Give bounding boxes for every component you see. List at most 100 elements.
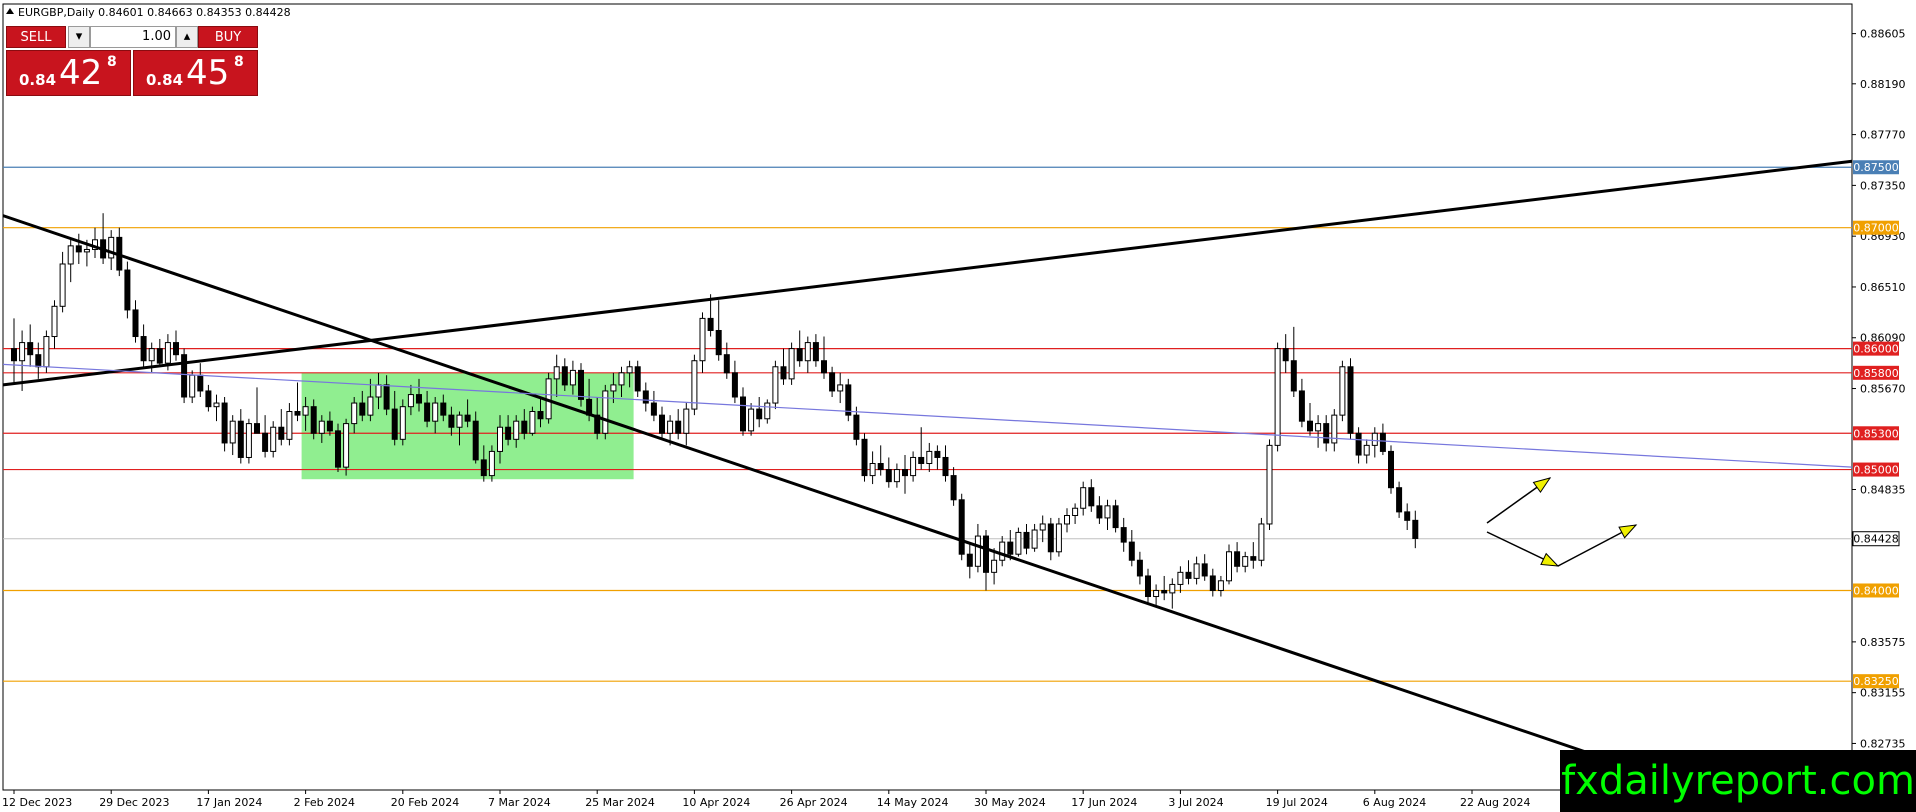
bullish-candle-body bbox=[764, 402, 771, 420]
bullish-candle-body bbox=[302, 406, 309, 416]
bearish-candle-body bbox=[918, 456, 925, 465]
bearish-candle-body bbox=[1185, 571, 1192, 579]
bearish-candle-body bbox=[181, 354, 188, 398]
symbol-header: EURGBP,Daily 0.84601 0.84663 0.84353 0.8… bbox=[18, 6, 291, 19]
bearish-candle-body bbox=[934, 450, 941, 458]
candle bbox=[1015, 527, 1022, 557]
lot-size-input[interactable]: 1.00 bbox=[90, 26, 176, 48]
bullish-candle-body bbox=[488, 450, 495, 477]
bearish-candle-body bbox=[416, 394, 422, 404]
bullish-candle-body bbox=[432, 402, 439, 422]
bullish-candle-body bbox=[1242, 556, 1249, 567]
level-price-label: 0.86000 bbox=[1853, 343, 1899, 356]
candle bbox=[221, 397, 228, 452]
bearish-candle-body bbox=[1128, 541, 1135, 561]
lot-increase-button[interactable]: ▴ bbox=[176, 26, 198, 48]
date-tick-label: 14 May 2024 bbox=[877, 796, 949, 809]
bullish-candle-body bbox=[1371, 432, 1378, 446]
date-tick-label: 17 Jun 2024 bbox=[1071, 796, 1137, 809]
bullish-candle-body bbox=[1339, 366, 1346, 416]
candle bbox=[343, 418, 350, 476]
bearish-candle-body bbox=[659, 414, 665, 434]
price-tick-label: 0.82735 bbox=[1860, 737, 1906, 750]
bearish-candle-body bbox=[278, 426, 285, 440]
bearish-candle-body bbox=[1096, 505, 1103, 519]
bearish-candle-body bbox=[942, 456, 949, 477]
bullish-candle-body bbox=[51, 305, 58, 338]
bearish-candle-body bbox=[1282, 348, 1289, 362]
lot-decrease-button[interactable]: ▾ bbox=[68, 26, 90, 48]
bullish-candle-body bbox=[553, 366, 560, 380]
bullish-candle-body bbox=[1169, 583, 1176, 594]
candle bbox=[602, 384, 609, 440]
bullish-candle-body bbox=[108, 236, 115, 259]
price-chart[interactable]: 0.886050.881900.877700.873500.869300.865… bbox=[0, 0, 1916, 812]
candle bbox=[529, 406, 536, 436]
bullish-candle-body bbox=[367, 396, 374, 416]
bid-price-button[interactable]: 0.84 42 8 bbox=[6, 50, 131, 96]
price-tick-label: 0.87770 bbox=[1860, 129, 1906, 142]
bullish-candle-body bbox=[610, 384, 617, 392]
bullish-candle-body bbox=[804, 342, 811, 362]
bearish-candle-body bbox=[310, 406, 317, 434]
bearish-candle-body bbox=[1355, 432, 1362, 456]
bullish-candle-body bbox=[43, 336, 50, 368]
bearish-candle-body bbox=[1404, 511, 1411, 521]
date-tick-label: 19 Jul 2024 bbox=[1266, 796, 1328, 809]
bearish-candle-body bbox=[1412, 519, 1419, 539]
bullish-candle-body bbox=[1363, 444, 1370, 456]
bullish-candle-body bbox=[1039, 523, 1046, 531]
bid-price-fraction: 8 bbox=[107, 54, 117, 70]
date-tick-label: 30 May 2024 bbox=[974, 796, 1046, 809]
bearish-candle-body bbox=[132, 309, 139, 338]
date-tick-label: 20 Feb 2024 bbox=[391, 796, 459, 809]
bearish-candle-body bbox=[983, 535, 989, 573]
bearish-candle-body bbox=[723, 354, 730, 374]
bullish-candle-body bbox=[456, 414, 463, 428]
bearish-candle-body bbox=[448, 414, 455, 428]
bullish-candle-body bbox=[910, 456, 917, 477]
ask-price-prefix: 0.84 bbox=[146, 71, 184, 89]
bearish-candle-body bbox=[124, 269, 131, 311]
bearish-candle-body bbox=[958, 499, 965, 555]
bearish-candle-body bbox=[861, 438, 868, 477]
bullish-candle-body bbox=[1072, 507, 1079, 517]
bearish-candle-body bbox=[578, 369, 584, 400]
ask-price-button[interactable]: 0.84 45 8 bbox=[133, 50, 258, 96]
bullish-candle-body bbox=[772, 366, 779, 404]
bearish-candle-body bbox=[383, 384, 390, 410]
bullish-candle-body bbox=[375, 384, 382, 398]
candle bbox=[691, 354, 698, 416]
bearish-candle-body bbox=[140, 336, 147, 362]
bearish-candle-body bbox=[707, 317, 714, 331]
price-tick-label: 0.85670 bbox=[1860, 383, 1906, 396]
buy-button[interactable]: BUY bbox=[198, 26, 258, 48]
bullish-candle-body bbox=[245, 423, 252, 458]
candle bbox=[772, 360, 779, 410]
bullish-candle-body bbox=[497, 426, 503, 452]
bearish-candle-body bbox=[1298, 390, 1305, 422]
bearish-candle-body bbox=[173, 342, 179, 356]
bullish-candle-body bbox=[213, 402, 220, 408]
bearish-candle-body bbox=[35, 354, 42, 368]
site-watermark: fxdailyreport.com bbox=[1560, 750, 1916, 812]
bullish-candle-body bbox=[748, 408, 755, 432]
candle bbox=[1258, 517, 1265, 567]
bearish-candle-body bbox=[950, 475, 957, 501]
bearish-candle-body bbox=[821, 360, 827, 374]
bearish-candle-body bbox=[1088, 487, 1095, 507]
bullish-candle-body bbox=[691, 360, 698, 410]
bullish-candle-body bbox=[1266, 444, 1273, 525]
bearish-candle-body bbox=[796, 348, 803, 362]
date-tick-label: 12 Dec 2023 bbox=[2, 796, 72, 809]
bearish-candle-body bbox=[335, 430, 341, 468]
bearish-candle-body bbox=[1290, 360, 1297, 392]
bullish-candle-body bbox=[1104, 505, 1111, 519]
sell-button[interactable]: SELL bbox=[6, 26, 66, 48]
date-tick-label: 2 Feb 2024 bbox=[294, 796, 355, 809]
bearish-candle-body bbox=[505, 426, 512, 440]
date-tick-label: 17 Jan 2024 bbox=[196, 796, 262, 809]
level-price-label: 0.87000 bbox=[1853, 222, 1899, 235]
bullish-candle-body bbox=[893, 469, 900, 483]
bullish-candle-body bbox=[626, 366, 633, 374]
